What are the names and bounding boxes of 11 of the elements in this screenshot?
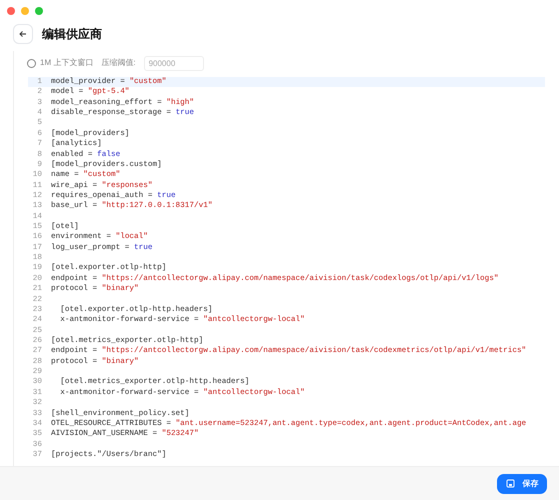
close-window-icon[interactable] — [7, 7, 15, 15]
save-button[interactable]: 保存 — [497, 474, 547, 494]
page-title: 编辑供应商 — [42, 26, 102, 43]
threshold-label: 压缩阈值: — [101, 57, 136, 69]
back-arrow-icon — [19, 30, 27, 38]
context-checkbox[interactable] — [27, 58, 36, 68]
threshold-field[interactable]: 900000 — [144, 56, 204, 70]
back-button[interactable] — [13, 24, 33, 44]
zoom-window-icon[interactable] — [35, 7, 43, 15]
save-icon — [506, 479, 514, 488]
context-label: 1M 上下文窗口 — [40, 57, 94, 69]
